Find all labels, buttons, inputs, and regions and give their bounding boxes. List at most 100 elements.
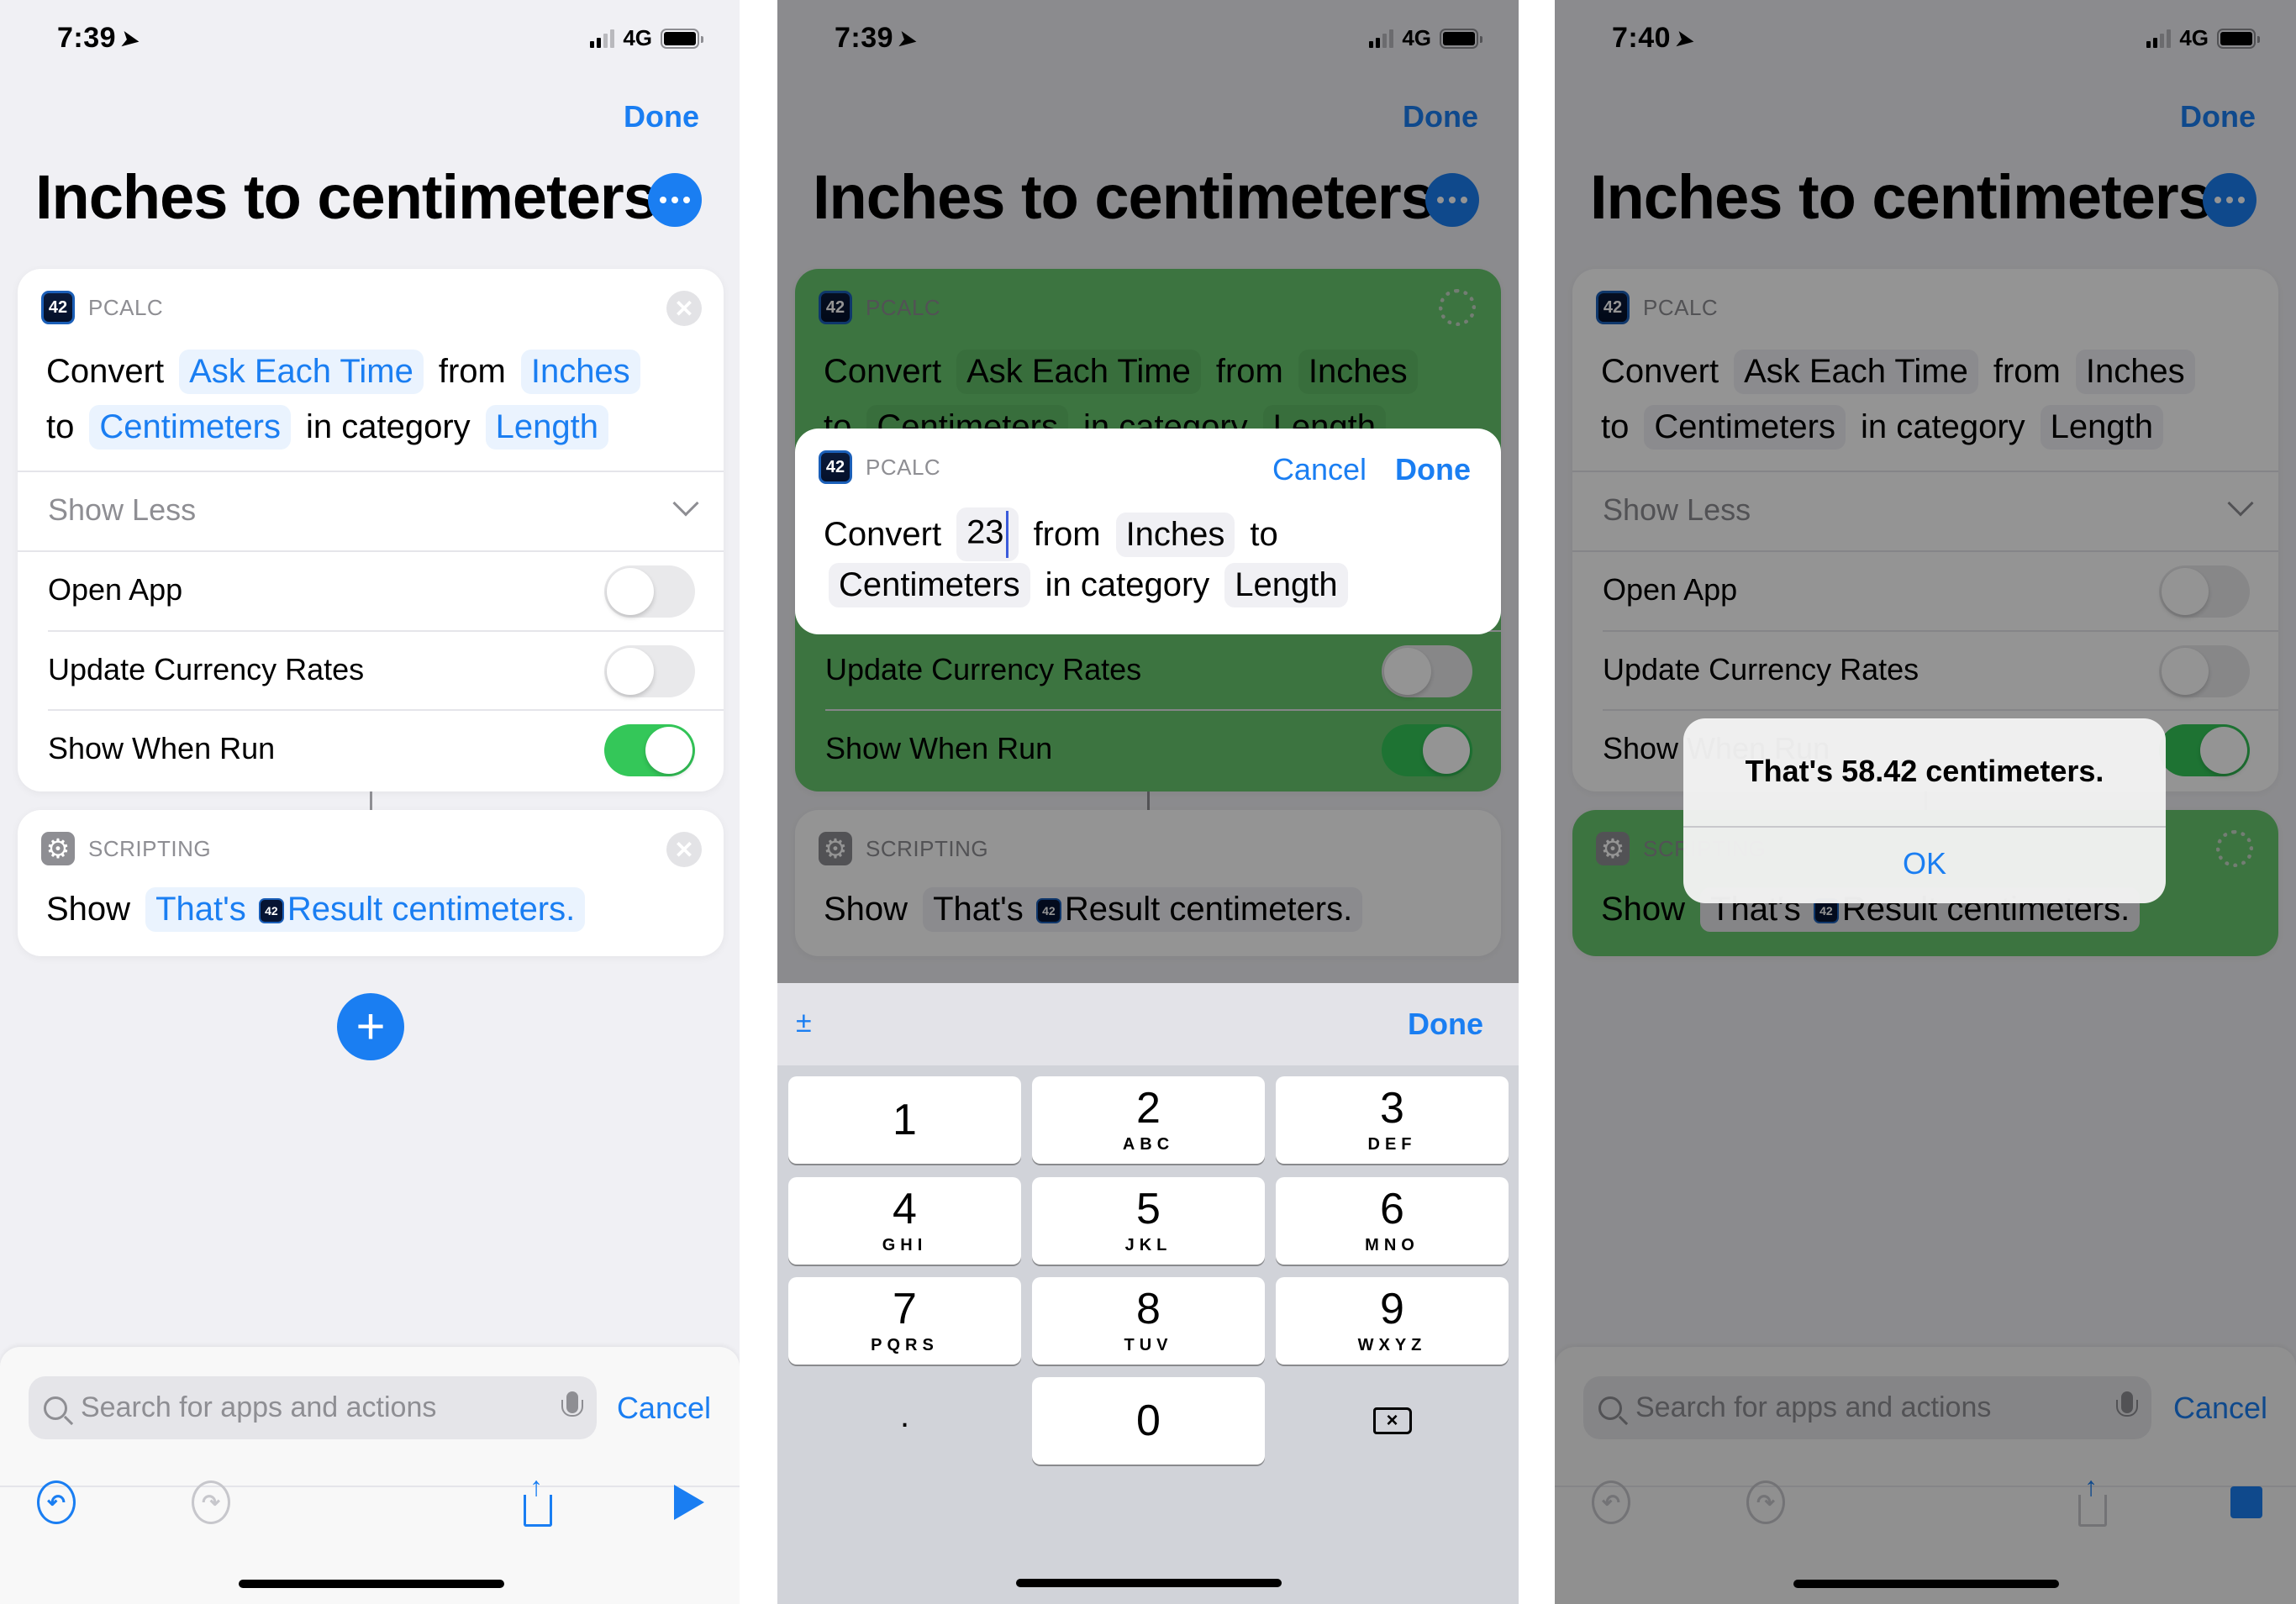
- text-after: centimeters.: [392, 891, 576, 928]
- update-currency-toggle[interactable]: [604, 645, 695, 697]
- open-app-toggle[interactable]: [604, 565, 695, 618]
- remove-action-button[interactable]: ✕: [666, 832, 702, 867]
- play-icon: [674, 1485, 704, 1520]
- option-row-show-when-run: Show When Run: [18, 709, 724, 788]
- pcalc-app-icon: 42: [41, 291, 75, 324]
- text-convert: Convert: [46, 353, 165, 390]
- to-unit-token[interactable]: Centimeters: [829, 563, 1030, 607]
- category-token[interactable]: Length: [1224, 563, 1348, 607]
- remove-action-button[interactable]: ✕: [666, 291, 702, 326]
- divider: [0, 1486, 740, 1487]
- option-label: Update Currency Rates: [48, 652, 365, 686]
- show-line: Show That's 42 Result centimeters.: [46, 887, 600, 932]
- key-3[interactable]: 3 DEF: [1276, 1076, 1509, 1164]
- done-button[interactable]: Done: [624, 99, 699, 134]
- category-token[interactable]: Length: [485, 405, 608, 450]
- status-time: 7:39 ➤: [57, 22, 142, 54]
- key-digit: 1: [893, 1096, 917, 1144]
- key-2[interactable]: 2 ABC: [1032, 1076, 1265, 1164]
- home-indicator: [1016, 1579, 1282, 1587]
- show-result-action: ⚙ SCRIPTING ✕ Show That's 42 Result centi…: [18, 810, 724, 956]
- run-button[interactable]: [674, 1481, 704, 1523]
- screen-result-alert: 7:40 ➤ 4G Done Inches to centimeters 42 P…: [1555, 0, 2296, 1604]
- text-convert: Convert: [824, 515, 942, 553]
- share-icon: [524, 1471, 552, 1527]
- key-digit: 8: [1136, 1285, 1161, 1333]
- value-input[interactable]: 23: [956, 507, 1019, 561]
- microphone-icon[interactable]: [561, 1391, 583, 1417]
- key-7[interactable]: 7 PQRS: [788, 1277, 1021, 1365]
- alert-ok-button[interactable]: OK: [1683, 846, 2166, 881]
- home-indicator: [239, 1580, 504, 1588]
- key-digit: 9: [1380, 1285, 1404, 1333]
- from-unit-token[interactable]: Inches: [1115, 512, 1235, 557]
- key-letters: GHI: [882, 1236, 928, 1254]
- shortcut-title: Inches to centimeters: [35, 162, 658, 232]
- battery-icon: [661, 28, 703, 49]
- key-4[interactable]: 4 GHI: [788, 1177, 1021, 1265]
- keyboard-done-button[interactable]: Done: [1408, 1007, 1483, 1042]
- show-when-run-toggle[interactable]: [604, 724, 695, 776]
- action-header: 42 PCALC: [819, 450, 940, 484]
- option-label: Show When Run: [48, 731, 276, 765]
- value-token[interactable]: Ask Each Time: [179, 350, 424, 394]
- key-decimal[interactable]: .: [788, 1377, 1021, 1465]
- add-action-button[interactable]: +: [337, 993, 404, 1060]
- key-5[interactable]: 5 JKL: [1032, 1177, 1265, 1265]
- plus-minus-button[interactable]: ±: [796, 1007, 812, 1039]
- more-options-button[interactable]: [648, 173, 702, 227]
- key-digit: 2: [1136, 1084, 1161, 1133]
- key-0[interactable]: 0: [1032, 1377, 1265, 1465]
- ask-input-popover: 42 PCALC Cancel Done Convert 23 from Inc…: [795, 429, 1501, 634]
- key-digit: .: [899, 1397, 910, 1434]
- location-arrow-icon: ➤: [118, 25, 142, 54]
- key-9[interactable]: 9 WXYZ: [1276, 1277, 1509, 1365]
- show-text-token[interactable]: That's 42 Result centimeters.: [145, 887, 586, 932]
- editor-line-1: Convert 23 from Inches to: [824, 507, 1293, 561]
- screen-editing: 7:39 ➤ 4G Done Inches to centimeters 42 P…: [0, 0, 740, 1604]
- keyboard-accessory-bar: ± Done: [777, 983, 1519, 1065]
- result-alert: That's 58.42 centimeters. OK: [1683, 718, 2166, 903]
- key-6[interactable]: 6 MNO: [1276, 1177, 1509, 1265]
- redo-button[interactable]: ↷: [192, 1480, 230, 1524]
- popover-actions: Cancel Done: [1272, 452, 1471, 487]
- app-name: SCRIPTING: [88, 835, 212, 861]
- text-caret: [1005, 511, 1008, 558]
- key-letters: PQRS: [871, 1336, 939, 1354]
- key-1[interactable]: 1: [788, 1076, 1021, 1164]
- key-letters: JKL: [1124, 1236, 1172, 1254]
- key-backspace[interactable]: ×: [1276, 1377, 1509, 1465]
- key-letters: ABC: [1122, 1135, 1175, 1154]
- from-unit-token[interactable]: Inches: [520, 350, 640, 394]
- to-unit-token[interactable]: Centimeters: [89, 405, 291, 450]
- chevron-down-icon: [672, 490, 699, 517]
- action-header: ⚙ SCRIPTING: [41, 832, 211, 865]
- result-variable[interactable]: Result: [287, 891, 382, 928]
- key-digit: 3: [1380, 1084, 1404, 1133]
- popover-done-button[interactable]: Done: [1395, 452, 1471, 487]
- key-digit: 0: [1136, 1396, 1161, 1445]
- option-row-update-currency: Update Currency Rates: [18, 630, 724, 709]
- search-cancel-button[interactable]: Cancel: [617, 1391, 711, 1426]
- alert-message: That's 58.42 centimeters.: [1745, 754, 2104, 788]
- option-label: Open App: [48, 572, 183, 607]
- popover-cancel-button[interactable]: Cancel: [1272, 452, 1367, 487]
- key-digit: 4: [893, 1185, 917, 1233]
- app-name: PCALC: [88, 294, 164, 320]
- key-letters: TUV: [1124, 1336, 1173, 1354]
- action-line-2: to Centimeters in category Length: [46, 405, 624, 450]
- share-button[interactable]: [524, 1471, 552, 1532]
- numeric-keypad: ± Done 1 2 ABC 3 DEF 4 GHI 5 JKL 6 MNO 7 PQRS …: [777, 983, 1519, 1604]
- text-in-category: in category: [305, 408, 471, 445]
- text-from: from: [1033, 515, 1101, 553]
- action-connector: [370, 791, 372, 810]
- undo-button[interactable]: ↶: [37, 1480, 76, 1524]
- show-less-row[interactable]: Show Less: [18, 471, 724, 550]
- key-letters: WXYZ: [1357, 1336, 1427, 1354]
- key-digit: 7: [893, 1285, 917, 1333]
- search-field[interactable]: Search for apps and actions: [29, 1376, 597, 1439]
- key-letters: MNO: [1365, 1236, 1419, 1254]
- search-icon: [44, 1396, 67, 1420]
- value-input-text: 23: [966, 513, 1004, 551]
- key-8[interactable]: 8 TUV: [1032, 1277, 1265, 1365]
